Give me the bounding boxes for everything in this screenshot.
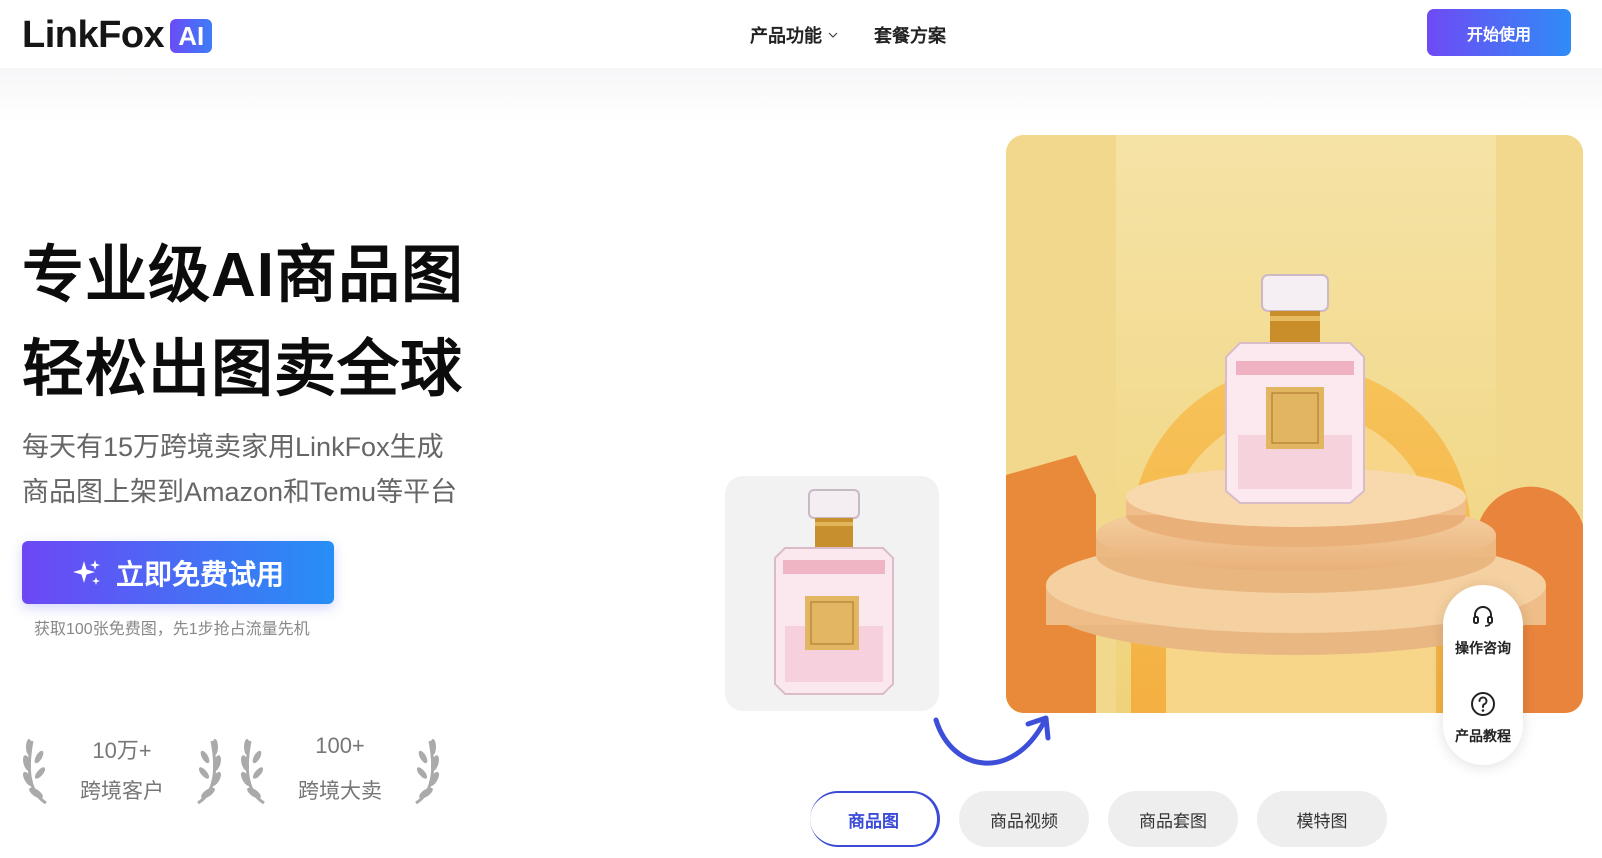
perfume-bottle-image xyxy=(774,489,894,695)
logo-text: LinkFox xyxy=(22,14,165,56)
nav-item-pricing[interactable]: 套餐方案 xyxy=(874,22,946,48)
question-icon xyxy=(1471,692,1495,716)
nav-item-label: 产品功能 xyxy=(750,26,822,46)
chevron-down-icon xyxy=(828,32,838,38)
main-nav: 产品功能 套餐方案 xyxy=(750,22,946,48)
hero-title-line2: 轻松出图卖全球 xyxy=(22,335,464,404)
nav-item-features[interactable]: 产品功能 xyxy=(750,22,838,48)
logo-badge: AI xyxy=(170,18,213,53)
laurel-right-icon xyxy=(415,739,440,805)
logo[interactable]: LinkFox AI xyxy=(22,14,213,57)
nav-item-label: 套餐方案 xyxy=(874,26,946,46)
stat-big-sellers: 100+ 跨境大卖 xyxy=(240,733,440,805)
headset-icon xyxy=(1473,606,1493,627)
cta-note: 获取100张免费图，先1步抢占流量先机 xyxy=(34,621,310,638)
hero-title-line1: 专业级AI商品图 xyxy=(22,241,465,310)
help-tutorial-label: 产品教程 xyxy=(1455,728,1511,744)
free-trial-label: 立即免费试用 xyxy=(115,558,284,590)
laurel-right-icon xyxy=(197,739,222,805)
transform-arrow-icon xyxy=(933,715,1051,766)
start-using-button[interactable]: 开始使用 xyxy=(1427,9,1571,56)
hero-subtitle-line2: 商品图上架到Amazon和Temu等平台 xyxy=(22,477,458,507)
top-header: LinkFox AI 产品功能 套餐方案 开始使用 xyxy=(0,0,1602,68)
tab-model-image[interactable]: 模特图 xyxy=(1257,791,1387,847)
sparkle-icon xyxy=(72,559,100,585)
tab-product-set[interactable]: 商品套图 xyxy=(1108,791,1238,847)
original-product-image xyxy=(725,476,939,711)
free-trial-button[interactable]: 立即免费试用 xyxy=(22,541,334,604)
help-consult[interactable]: 操作咨询 xyxy=(1443,603,1523,658)
help-widget: 操作咨询 产品教程 xyxy=(1443,585,1523,765)
hero-subtitle-line1: 每天有15万跨境卖家用LinkFox生成 xyxy=(22,432,444,462)
help-consult-label: 操作咨询 xyxy=(1455,640,1511,656)
help-tutorial[interactable]: 产品教程 xyxy=(1443,691,1523,746)
tab-product-video[interactable]: 商品视频 xyxy=(959,791,1089,847)
tab-product-image[interactable]: 商品图 xyxy=(810,791,940,847)
header-band xyxy=(0,68,1602,120)
stat-customers: 10万+ 跨境客户 xyxy=(22,733,222,805)
